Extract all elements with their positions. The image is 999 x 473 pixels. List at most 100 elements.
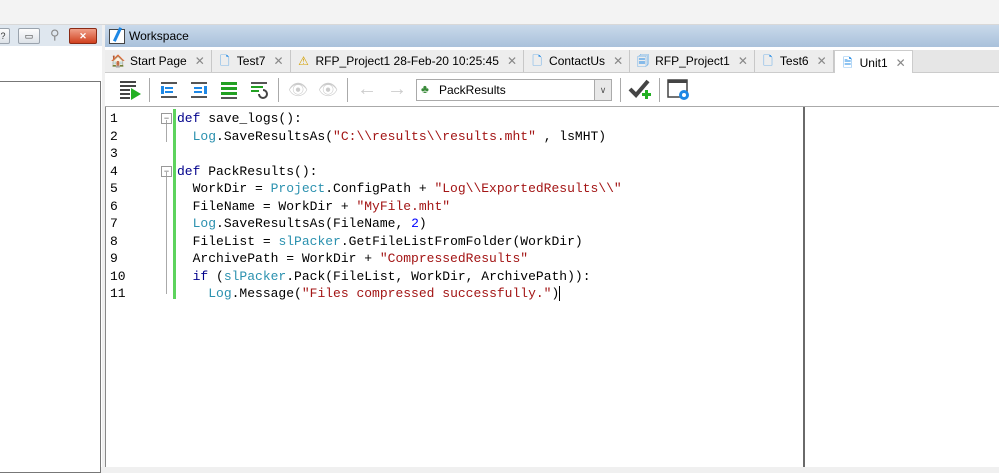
tab-test7[interactable]: 🗋 Test7 ✕ (211, 50, 291, 72)
code-text: def save_logs(): (177, 110, 302, 128)
code-token: Log (208, 286, 232, 301)
editor-toolbar: 👁 👁 ← → ♣ PackResults ∨ (105, 73, 999, 107)
close-tab-icon[interactable]: ✕ (613, 54, 623, 68)
tab-label: ContactUs (549, 54, 606, 68)
code-line[interactable]: 4 − def PackResults(): (106, 163, 796, 181)
code-line[interactable]: 3 (106, 145, 796, 163)
code-token: "Log\\ExportedResults\\" (434, 181, 622, 196)
fold-collapse-icon[interactable]: − (161, 165, 172, 177)
tab-rfp-project1[interactable]: 🗐 RFP_Project1 ✕ (630, 50, 755, 72)
tab-unit1[interactable]: 🗎 Unit1 ✕ (833, 50, 913, 74)
tab-test6[interactable]: 🗋 Test6 ✕ (754, 50, 834, 72)
toolbar-separator (347, 77, 348, 102)
code-token: ) (551, 286, 560, 301)
keyword-test-icon: 🗋 (763, 54, 773, 68)
chevron-down-icon[interactable]: ∨ (594, 79, 611, 100)
line-number: 5 (110, 181, 118, 196)
code-token: PackResults(): (200, 163, 318, 179)
tab-contactus[interactable]: 🗋 ContactUs ✕ (524, 50, 631, 72)
toggle-visibility-button[interactable]: 👁 (286, 78, 310, 102)
code-token: Log (192, 128, 217, 144)
line-number: 3 (110, 146, 118, 161)
code-token: "MyFile.mht" (356, 198, 451, 214)
close-tab-icon[interactable]: ✕ (817, 54, 827, 68)
tab-start-page[interactable]: 🏠 Start Page ✕ (105, 50, 212, 72)
add-checkpoint-button[interactable] (628, 78, 652, 102)
settings-window-icon[interactable] (667, 78, 691, 102)
routine-selector[interactable]: ♣ PackResults ∨ (416, 78, 612, 101)
code-token: ( (208, 268, 224, 284)
toolbar-separator (659, 77, 660, 102)
tab-label: RFP_Project1 28-Feb-20 10:25:45 (315, 54, 499, 68)
uncomment-button[interactable] (247, 78, 271, 102)
close-button[interactable]: ✕ (69, 28, 97, 44)
code-token: .SaveResultsAs(FileName, (216, 216, 412, 231)
code-line[interactable]: 9 ArchivePath = WorkDir + "CompressedRes… (106, 250, 796, 268)
code-text: def PackResults(): (177, 163, 317, 181)
code-token: , lsMHT) (535, 128, 607, 144)
tab-label: Test7 (236, 54, 266, 68)
line-number: 4 (110, 163, 118, 179)
code-line[interactable]: 6 FileName = WorkDir + "MyFile.mht" (106, 198, 796, 216)
code-text: WorkDir = Project.ConfigPath + "Log\\Exp… (177, 180, 622, 198)
comment-button[interactable] (217, 78, 241, 102)
toolbar-separator (620, 77, 621, 102)
code-token: "Files compressed successfully." (301, 286, 552, 301)
code-line[interactable]: 8 FileList = slPacker.GetFileListFromFol… (106, 233, 796, 251)
text-caret (559, 286, 561, 302)
code-line[interactable]: 1 − def save_logs(): (106, 110, 796, 128)
code-line[interactable]: 5 WorkDir = Project.ConfigPath + "Log\\E… (106, 180, 796, 198)
show-hidden-button[interactable]: 👁 (316, 78, 340, 102)
code-token: Log (192, 216, 217, 231)
help-button[interactable]: ? (0, 28, 10, 44)
tab-rfp-project1-28-feb-20-10-25-45[interactable]: ⚠ RFP_Project1 28-Feb-20 10:25:45 ✕ (290, 50, 525, 72)
fold-collapse-icon[interactable]: − (161, 113, 172, 124)
close-tab-icon[interactable]: ✕ (273, 54, 283, 68)
code-line[interactable]: 7 Log.SaveResultsAs(FileName, 2) (106, 215, 796, 233)
code-text: ArchivePath = WorkDir + "CompressedResul… (177, 250, 528, 268)
forward-arrow-icon[interactable]: → (385, 78, 409, 102)
code-text: FileName = WorkDir + "MyFile.mht" (177, 198, 450, 216)
code-token: WorkDir = (192, 181, 271, 196)
code-token: .Pack(FileList, WorkDir, ArchivePath)): (286, 268, 591, 284)
workspace-header: Workspace (105, 25, 999, 47)
close-tab-icon[interactable]: ✕ (507, 54, 517, 68)
project-icon: 🗐 (637, 54, 650, 68)
run-routine-button[interactable] (118, 78, 142, 102)
back-arrow-icon[interactable]: ← (355, 78, 379, 102)
code-line[interactable]: 10 if (slPacker.Pack(FileList, WorkDir, … (106, 268, 796, 286)
workspace-panel: Workspace 🏠 Start Page ✕ 🗋 Test7 ✕ ⚠ RFP_Projec… (105, 25, 999, 467)
home-icon: 🏠 (110, 54, 126, 68)
code-text: Log.SaveResultsAs("C:\\results\\results.… (177, 128, 607, 146)
close-tab-icon[interactable]: ✕ (738, 54, 748, 68)
code-token: ) (418, 216, 427, 231)
tab-bar: 🏠 Start Page ✕ 🗋 Test7 ✕ ⚠ RFP_Project1 28-Feb-… (105, 50, 999, 74)
restore-button[interactable]: ▭ (18, 28, 40, 44)
close-tab-icon[interactable]: ✕ (195, 54, 205, 68)
line-number: 9 (110, 251, 118, 266)
keyword-test-icon: 🗋 (219, 54, 230, 68)
line-number: 8 (110, 233, 118, 249)
tab-label: Unit1 (859, 55, 888, 70)
code-text: Log.SaveResultsAs(FileName, 2) (177, 215, 427, 233)
code-token: 2 (411, 216, 419, 231)
outdent-button[interactable] (157, 78, 181, 102)
workspace-title: Workspace (129, 29, 189, 43)
toolbar-separator (278, 77, 279, 102)
code-token: .SaveResultsAs( (216, 128, 334, 144)
code-token: .GetFileListFromFolder(WorkDir) (340, 233, 583, 249)
line-number: 2 (110, 128, 118, 144)
left-panel-header: ? ▭ ⚲ ✕ (0, 25, 102, 46)
code-editor[interactable]: 1− def save_logs(): 2 Log.SaveResultsAs("C… (105, 107, 999, 467)
code-token: if (192, 268, 209, 284)
code-line[interactable]: 11 Log.Message("Files compressed success… (106, 285, 796, 303)
toolbar-separator (149, 77, 150, 102)
pin-icon[interactable]: ⚲ (50, 27, 60, 43)
indent-button[interactable] (187, 78, 211, 102)
close-tab-icon[interactable]: ✕ (896, 56, 906, 70)
code-token: Project (270, 181, 326, 196)
tab-label: Start Page (130, 54, 187, 68)
code-line[interactable]: 2 Log.SaveResultsAs("C:\\results\\result… (106, 128, 796, 146)
routine-icon: ♣ (421, 81, 429, 96)
line-number: 10 (110, 268, 126, 284)
